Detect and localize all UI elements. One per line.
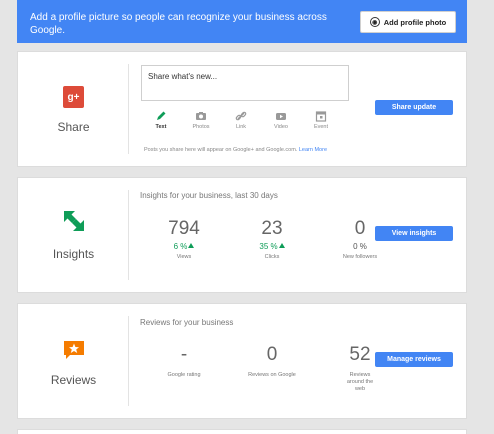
stat-value: 794 bbox=[168, 218, 200, 239]
stat-label: Views bbox=[176, 254, 192, 260]
stat-reviews-on-google: 0 Reviews on Google bbox=[228, 344, 316, 393]
share-note-text: Posts you share here will appear on Goog… bbox=[144, 147, 298, 153]
share-card-label: Share bbox=[57, 120, 90, 134]
share-tool-label: Text bbox=[155, 124, 167, 130]
arrow-up-icon bbox=[278, 243, 285, 248]
view-insights-button[interactable]: View insights bbox=[375, 226, 453, 241]
next-card bbox=[17, 429, 467, 434]
share-tool-label: Link bbox=[235, 124, 247, 130]
card-divider bbox=[128, 64, 129, 154]
stat-change: 0 % bbox=[353, 242, 367, 251]
share-tool-video[interactable]: Video bbox=[261, 110, 301, 130]
stat-label: Google rating bbox=[167, 372, 201, 378]
stat-google-rating: - Google rating bbox=[140, 344, 228, 393]
share-toolbar: Text Photos Link Video Event bbox=[141, 110, 341, 130]
reviews-card-header: Reviews bbox=[18, 304, 129, 418]
arrow-up-icon bbox=[188, 243, 195, 248]
stat-change: 6 % bbox=[173, 242, 188, 251]
pencil-icon bbox=[157, 111, 166, 120]
reviews-card: Reviews Reviews for your business - Goog… bbox=[17, 303, 467, 419]
stat-views: 794 6 % Views bbox=[140, 218, 228, 261]
share-tool-link[interactable]: Link bbox=[221, 110, 261, 130]
stat-label: Clicks bbox=[264, 254, 280, 260]
stat-label: Reviews on Google bbox=[248, 372, 296, 378]
stat-change: 35 % bbox=[259, 242, 278, 251]
share-card: g+ Share Share what's new... Text Photos… bbox=[17, 51, 467, 167]
stat-clicks: 23 35 % Clicks bbox=[228, 218, 316, 261]
insights-card-label: Insights bbox=[52, 247, 95, 261]
share-tool-label: Event bbox=[313, 124, 329, 130]
insights-arrows-icon bbox=[64, 211, 84, 231]
banner-message: Add a profile picture so people can reco… bbox=[30, 12, 327, 36]
calendar-icon bbox=[315, 111, 327, 122]
reviews-stats: - Google rating 0 Reviews on Google 52 R… bbox=[140, 344, 404, 393]
manage-reviews-button[interactable]: Manage reviews bbox=[375, 352, 453, 367]
share-card-header: g+ Share bbox=[18, 52, 129, 166]
stat-value: - bbox=[180, 344, 188, 365]
share-tool-photos[interactable]: Photos bbox=[181, 110, 221, 130]
stat-value: 0 bbox=[266, 344, 278, 365]
profile-photo-banner: Add a profile picture so people can reco… bbox=[17, 0, 467, 43]
insights-card: Insights Insights for your business, las… bbox=[17, 177, 467, 293]
share-note: Posts you share here will appear on Goog… bbox=[144, 147, 327, 153]
share-tool-label: Photos bbox=[192, 124, 210, 130]
share-tool-text[interactable]: Text bbox=[141, 110, 181, 130]
share-tool-event[interactable]: Event bbox=[301, 110, 341, 130]
share-tool-label: Video bbox=[274, 124, 288, 130]
link-icon bbox=[235, 111, 247, 121]
add-profile-photo-label: Add profile photo bbox=[383, 17, 447, 27]
google-plus-icon: g+ bbox=[63, 86, 84, 108]
video-icon bbox=[276, 113, 286, 120]
card-divider bbox=[128, 190, 129, 280]
stat-label: New followers bbox=[342, 254, 378, 260]
insights-title: Insights for your business, last 30 days bbox=[140, 191, 278, 200]
learn-more-link[interactable]: Learn More bbox=[299, 147, 327, 153]
insights-card-header: Insights bbox=[18, 178, 129, 292]
share-update-button[interactable]: Share update bbox=[375, 100, 453, 115]
reviews-card-label: Reviews bbox=[50, 373, 97, 387]
stat-label: Reviews around the web bbox=[346, 372, 374, 392]
card-divider bbox=[128, 316, 129, 406]
camera-icon: ◉ bbox=[369, 17, 380, 27]
stat-value: 23 bbox=[261, 218, 283, 239]
share-input[interactable]: Share what's new... bbox=[141, 65, 349, 101]
camera-icon bbox=[196, 112, 206, 120]
add-profile-photo-button[interactable]: ◉ Add profile photo bbox=[360, 11, 456, 33]
star-review-icon bbox=[64, 341, 84, 359]
insights-stats: 794 6 % Views 23 35 % Clicks 0 0 % New f… bbox=[140, 218, 404, 261]
reviews-title: Reviews for your business bbox=[140, 318, 234, 327]
